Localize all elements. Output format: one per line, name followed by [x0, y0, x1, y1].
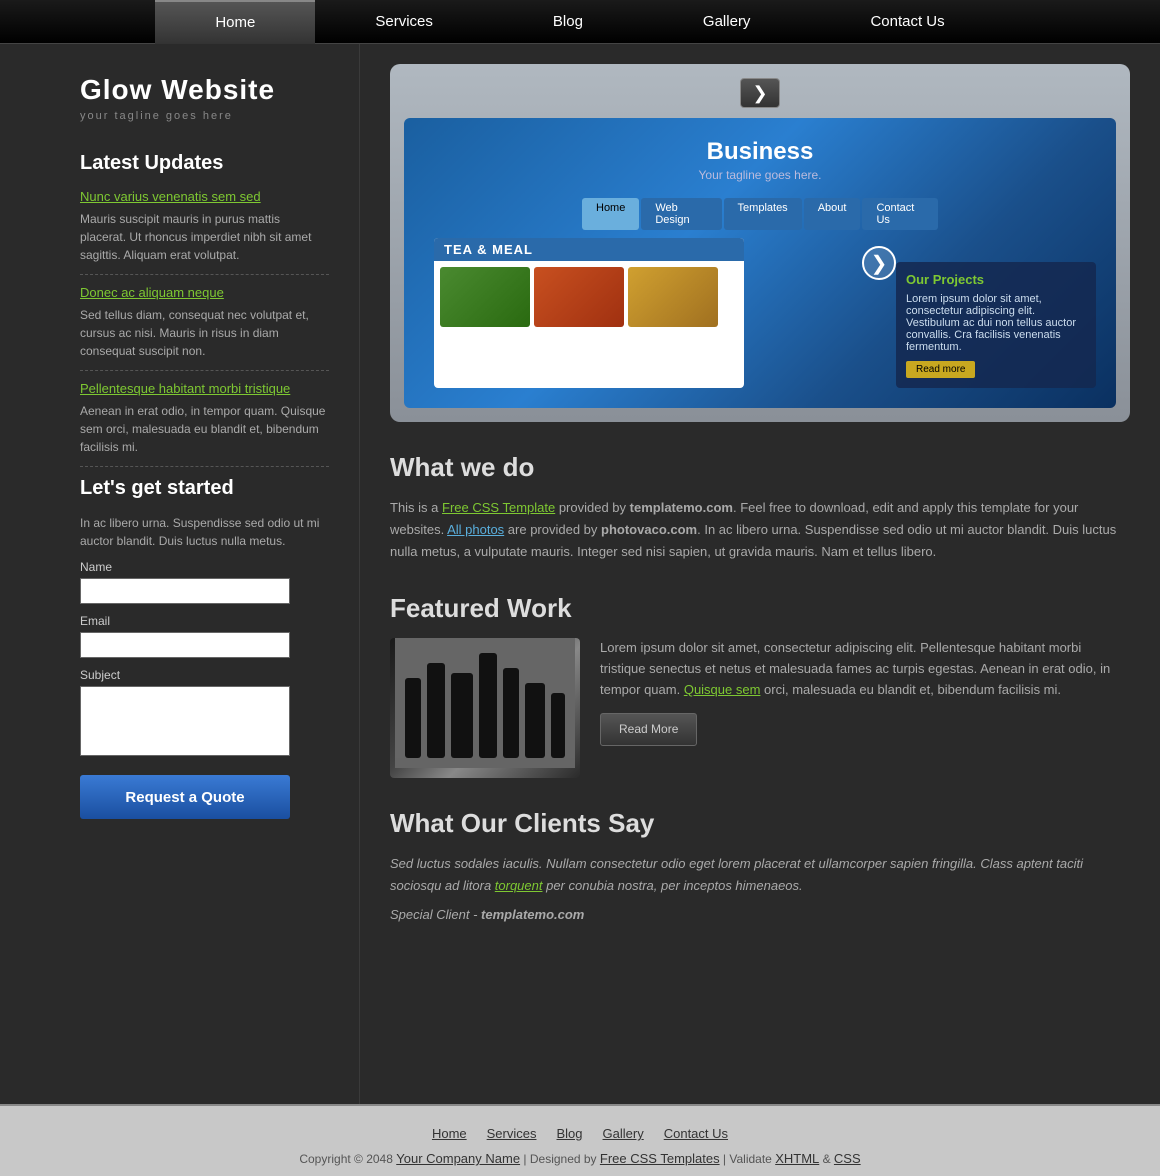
update-link-3[interactable]: Pellentesque habitant morbi tristique: [80, 381, 329, 396]
slideshow-container: ❯ Business Your tagline goes here. Home …: [390, 64, 1130, 422]
get-started-text: In ac libero urna. Suspendisse sed odio …: [80, 514, 329, 550]
footer-contact[interactable]: Contact Us: [664, 1126, 728, 1141]
clients-title: What Our Clients Say: [390, 808, 1130, 839]
featured-text-col: Lorem ipsum dolor sit amet, consectetur …: [600, 638, 1130, 778]
featured-image: [390, 638, 580, 778]
slide-tab-home[interactable]: Home: [582, 198, 639, 230]
what-we-do-text: This is a Free CSS Template provided by …: [390, 497, 1130, 563]
client-name-prefix: Special Client -: [390, 907, 481, 922]
email-label: Email: [80, 614, 329, 628]
footer-designed: | Designed by: [520, 1152, 600, 1166]
footer-nav: Home Services Blog Gallery Contact Us: [0, 1126, 1160, 1141]
slideshow-image: Business Your tagline goes here. Home We…: [404, 118, 1116, 408]
update-text-3: Aenean in erat odio, in tempor quam. Qui…: [80, 402, 329, 456]
slide-business-title: Business: [707, 138, 814, 166]
update-text-1: Mauris suscipit mauris in purus mattis p…: [80, 210, 329, 264]
footer-services[interactable]: Services: [487, 1126, 537, 1141]
silhouette-svg: [395, 638, 575, 768]
latest-updates-title: Latest Updates: [80, 152, 329, 175]
slide-tea-images: [434, 261, 744, 333]
slide-next-icon: ❯: [752, 83, 767, 104]
update-link-2[interactable]: Donec ac aliquam neque: [80, 285, 329, 300]
free-css-link[interactable]: Free CSS Template: [442, 500, 555, 515]
slide-tea-header: TEA & MEAL: [434, 238, 744, 261]
slideshow-top: ❯: [404, 78, 1116, 108]
nav-services[interactable]: Services: [315, 0, 493, 44]
slide-tea-image-2: [534, 267, 624, 327]
wwdo-text2: provided by: [555, 500, 629, 515]
slide-projects-text: Lorem ipsum dolor sit amet, consectetur …: [906, 293, 1086, 353]
footer-css-link[interactable]: CSS: [834, 1151, 861, 1166]
slide-arrow-right[interactable]: ❯: [862, 246, 896, 280]
subject-textarea[interactable]: [80, 686, 290, 756]
footer-copy-before: Copyright © 2048: [299, 1152, 396, 1166]
site-title: Glow Website: [80, 74, 329, 106]
nav-contact[interactable]: Contact Us: [810, 0, 1004, 44]
featured-work-title: Featured Work: [390, 593, 1130, 624]
slide-tab-about[interactable]: About: [804, 198, 861, 230]
slide-tea-image-3: [628, 267, 718, 327]
subject-label: Subject: [80, 668, 329, 682]
footer-xhtml-link[interactable]: XHTML: [775, 1151, 819, 1166]
slide-read-more[interactable]: Read more: [906, 361, 975, 378]
footer: Home Services Blog Gallery Contact Us Co…: [0, 1104, 1160, 1176]
footer-home[interactable]: Home: [432, 1126, 467, 1141]
torquent-link[interactable]: torquent: [495, 878, 543, 893]
slide-right-box: Our Projects Lorem ipsum dolor sit amet,…: [896, 262, 1096, 388]
navbar: Home Services Blog Gallery Contact Us: [0, 0, 1160, 44]
get-started-title: Let's get started: [80, 477, 329, 500]
clients-text2: per conubia nostra, per inceptos himenae…: [542, 878, 802, 893]
featured-body-end: orci, malesuada eu blandit et, bibendum …: [760, 682, 1061, 697]
nav-gallery[interactable]: Gallery: [643, 0, 811, 44]
footer-blog[interactable]: Blog: [557, 1126, 583, 1141]
what-we-do-title: What we do: [390, 452, 1130, 483]
wwdo-text1: This is a: [390, 500, 442, 515]
update-divider-2: [80, 370, 329, 371]
nav-home[interactable]: Home: [155, 0, 315, 44]
slide-tab-webdesign[interactable]: Web Design: [641, 198, 721, 230]
all-photos-link[interactable]: All photos: [447, 522, 504, 537]
email-input[interactable]: [80, 632, 290, 658]
footer-company-link[interactable]: Your Company Name: [396, 1151, 520, 1166]
slide-arrow-right-icon: ❯: [871, 251, 888, 276]
clients-quote: Sed luctus sodales iaculis. Nullam conse…: [390, 853, 1130, 897]
wwdo-brand1: templatemo.com: [630, 500, 733, 515]
footer-validate: | Validate: [720, 1152, 776, 1166]
featured-row: Lorem ipsum dolor sit amet, consectetur …: [390, 638, 1130, 778]
read-more-button[interactable]: Read More: [600, 713, 697, 746]
update-divider-1: [80, 274, 329, 275]
slide-inner: Business Your tagline goes here. Home We…: [404, 118, 1116, 408]
footer-designer-link[interactable]: Free CSS Templates: [600, 1151, 720, 1166]
footer-gallery[interactable]: Gallery: [603, 1126, 644, 1141]
slide-projects-title: Our Projects: [906, 272, 1086, 287]
slide-tea-image-1: [440, 267, 530, 327]
footer-copy: Copyright © 2048 Your Company Name | Des…: [0, 1151, 1160, 1166]
slide-nav-tabs: Home Web Design Templates About Contact …: [582, 198, 938, 230]
client-attribution: Special Client - templatemo.com: [390, 907, 1130, 922]
request-quote-button[interactable]: Request a Quote: [80, 775, 290, 819]
client-company: templatemo.com: [481, 907, 584, 922]
wwdo-text4: are provided by: [504, 522, 601, 537]
sidebar: Glow Website your tagline goes here Late…: [0, 44, 360, 1104]
wwdo-brand2: photovaco.com: [601, 522, 697, 537]
name-label: Name: [80, 560, 329, 574]
featured-quisque-link[interactable]: Quisque sem: [684, 682, 761, 697]
site-tagline: your tagline goes here: [80, 110, 329, 122]
update-link-1[interactable]: Nunc varius venenatis sem sed: [80, 189, 329, 204]
nav-menu: Home Services Blog Gallery Contact Us: [155, 0, 1004, 44]
main-wrapper: Glow Website your tagline goes here Late…: [0, 44, 1160, 1104]
name-input[interactable]: [80, 578, 290, 604]
slide-content-box: TEA & MEAL: [434, 238, 744, 388]
content: ❯ Business Your tagline goes here. Home …: [360, 44, 1160, 1104]
footer-amp: &: [819, 1152, 834, 1166]
update-text-2: Sed tellus diam, consequat nec volutpat …: [80, 306, 329, 360]
nav-blog[interactable]: Blog: [493, 0, 643, 44]
slide-next-button[interactable]: ❯: [740, 78, 780, 108]
slide-tab-contact[interactable]: Contact Us: [862, 198, 938, 230]
slide-business-sub: Your tagline goes here.: [699, 168, 822, 182]
slide-tab-templates[interactable]: Templates: [724, 198, 802, 230]
update-divider-3: [80, 466, 329, 467]
silhouettes: [390, 638, 580, 778]
